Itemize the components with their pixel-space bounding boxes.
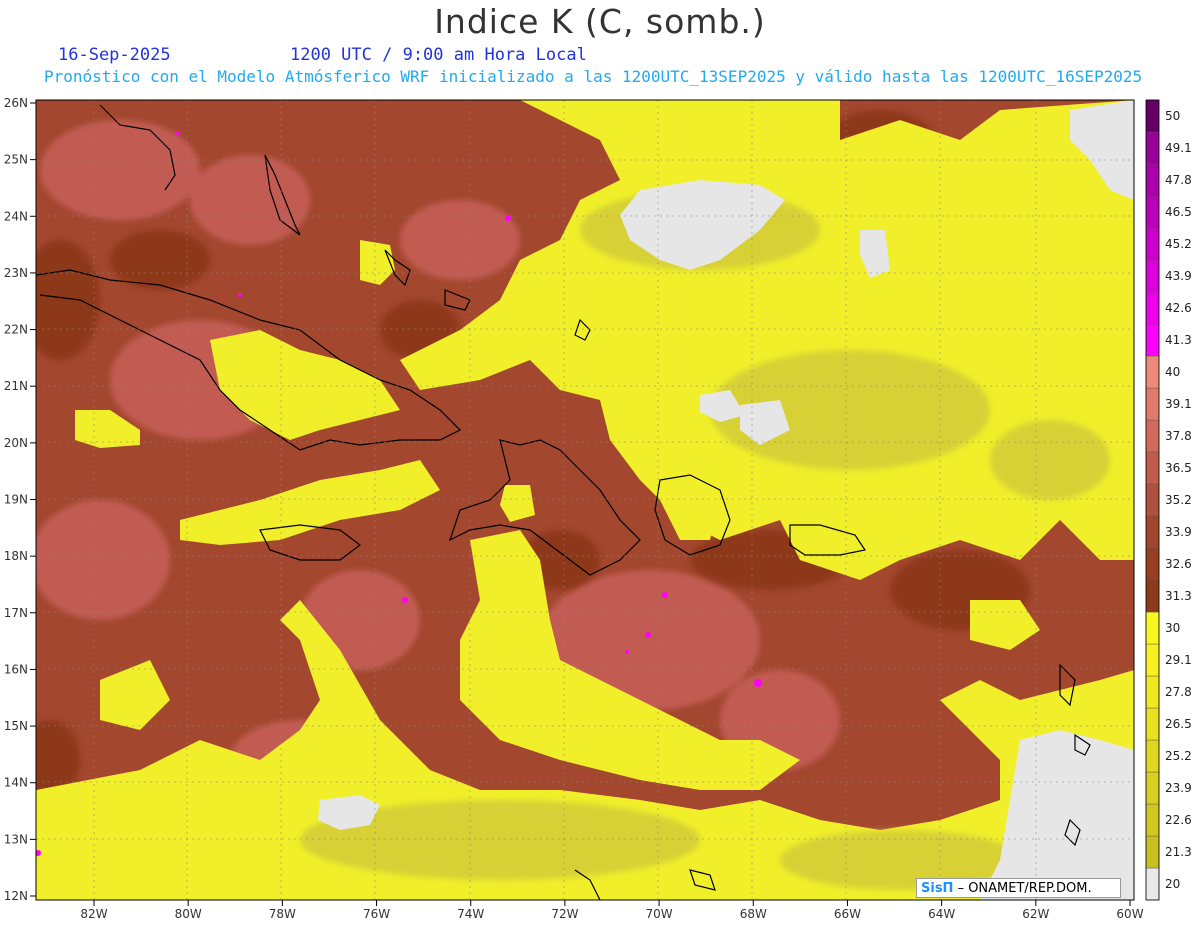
- colorbar: 20 21.3 22.6 23.9 25.2 26.5 27.8 29.1 30 31.3 32.6…: [1145, 99, 1192, 901]
- colorbar-swatch: [1145, 739, 1160, 773]
- colorbar-label: 29.1: [1165, 653, 1192, 667]
- lat-tick-label: 22N: [4, 323, 28, 337]
- colorbar-swatch: [1145, 163, 1160, 197]
- colorbar-label: 37.8: [1165, 429, 1192, 443]
- colorbar-label: 23.9: [1165, 781, 1192, 795]
- colorbar-label: 40: [1165, 365, 1180, 379]
- lat-tick-label: 21N: [4, 379, 28, 393]
- lat-tick-label: 26N: [4, 96, 28, 110]
- colorbar-swatch: [1145, 259, 1160, 293]
- colorbar-label: 31.3: [1165, 589, 1192, 603]
- colorbar-label: 50: [1165, 109, 1180, 123]
- longitude-axis: 82W 80W 78W 76W 74W 72W 70W 68W 66W 64W 62W 60W: [80, 900, 1144, 921]
- colorbar-swatch: [1145, 451, 1160, 485]
- credit-text: – ONAMET/REP.DOM.: [953, 881, 1092, 896]
- colorbar-swatch: [1145, 131, 1160, 165]
- colorbar-label: 45.2: [1165, 237, 1192, 251]
- colorbar-label: 22.6: [1165, 813, 1192, 827]
- colorbar-swatch: [1145, 707, 1160, 741]
- colorbar-label: 46.5: [1165, 205, 1192, 219]
- lat-tick-label: 12N: [4, 889, 28, 903]
- lat-tick-label: 19N: [4, 493, 28, 507]
- colorbar-swatch: [1145, 99, 1160, 133]
- lon-tick-label: 66W: [834, 907, 861, 921]
- colorbar-label: 26.5: [1165, 717, 1192, 731]
- colorbar-swatch: [1145, 547, 1160, 581]
- colorbar-label: 41.3: [1165, 333, 1192, 347]
- lon-tick-label: 60W: [1116, 907, 1143, 921]
- colorbar-label: 21.3: [1165, 845, 1192, 859]
- lon-tick-label: 74W: [457, 907, 484, 921]
- colorbar-label: 25.2: [1165, 749, 1192, 763]
- lat-tick-label: 24N: [4, 209, 28, 223]
- colorbar-swatch: [1145, 387, 1160, 421]
- credit-brand: SisΠ: [921, 881, 954, 896]
- colorbar-swatch: [1145, 483, 1160, 517]
- latitude-axis: 12N 13N 14N 15N 16N 17N 18N 19N 20N 21N 22N 23N 24N 2…: [4, 96, 36, 903]
- lon-tick-label: 82W: [80, 907, 107, 921]
- colorbar-label: 32.6: [1165, 557, 1192, 571]
- colorbar-label: 39.1: [1165, 397, 1192, 411]
- lon-tick-label: 64W: [928, 907, 955, 921]
- colorbar-swatch: [1145, 195, 1160, 229]
- colorbar-swatch: [1145, 835, 1160, 869]
- colorbar-swatch: [1145, 227, 1160, 261]
- colorbar-swatch: [1145, 611, 1160, 645]
- colorbar-swatch: [1145, 323, 1160, 357]
- lon-tick-label: 68W: [740, 907, 767, 921]
- lat-tick-label: 25N: [4, 153, 28, 167]
- colorbar-swatch: [1145, 291, 1160, 325]
- colorbar-swatch: [1145, 803, 1160, 837]
- colorbar-label: 35.2: [1165, 493, 1192, 507]
- lat-tick-label: 14N: [4, 776, 28, 790]
- credit-box: SisΠ – ONAMET/REP.DOM.: [916, 878, 1121, 898]
- colorbar-swatch: [1145, 579, 1160, 613]
- colorbar-label: 36.5: [1165, 461, 1192, 475]
- colorbar-label: 43.9: [1165, 269, 1192, 283]
- lon-tick-label: 78W: [269, 907, 296, 921]
- lat-tick-label: 20N: [4, 436, 28, 450]
- lat-tick-label: 15N: [4, 719, 28, 733]
- lat-tick-label: 16N: [4, 662, 28, 676]
- lat-tick-label: 23N: [4, 266, 28, 280]
- colorbar-swatch: [1145, 419, 1160, 453]
- colorbar-swatch: [1145, 675, 1160, 709]
- lon-tick-label: 76W: [363, 907, 390, 921]
- colorbar-label: 27.8: [1165, 685, 1192, 699]
- lat-tick-label: 18N: [4, 549, 28, 563]
- lat-tick-label: 13N: [4, 832, 28, 846]
- colorbar-label: 30: [1165, 621, 1180, 635]
- colorbar-swatch: [1145, 515, 1160, 549]
- colorbar-swatch: [1145, 867, 1160, 901]
- colorbar-swatch: [1145, 355, 1160, 389]
- colorbar-swatch: [1145, 643, 1160, 677]
- colorbar-label: 47.8: [1165, 173, 1192, 187]
- map-field: [36, 100, 1134, 900]
- lat-tick-label: 17N: [4, 606, 28, 620]
- colorbar-label: 20: [1165, 877, 1180, 891]
- colorbar-swatch: [1145, 771, 1160, 805]
- colorbar-label: 42.6: [1165, 301, 1192, 315]
- lon-tick-label: 80W: [175, 907, 202, 921]
- colorbar-label: 49.1: [1165, 141, 1192, 155]
- colorbar-label: 33.9: [1165, 525, 1192, 539]
- lon-tick-label: 70W: [646, 907, 673, 921]
- lon-tick-label: 62W: [1022, 907, 1049, 921]
- lon-tick-label: 72W: [551, 907, 578, 921]
- forecast-map: 12N 13N 14N 15N 16N 17N 18N 19N 20N 21N 22N 23N 24N 2…: [4, 96, 1192, 921]
